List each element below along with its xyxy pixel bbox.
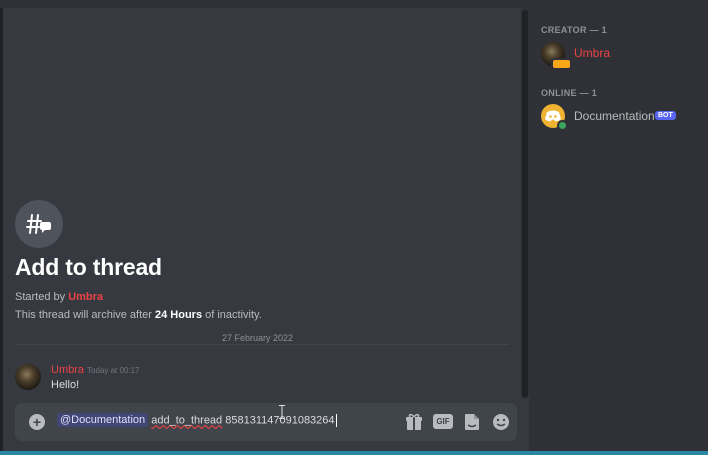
ibeam-cursor-icon xyxy=(279,405,285,419)
scrollbar-thumb[interactable] xyxy=(522,10,528,398)
thread-hash-icon xyxy=(26,214,51,234)
message-avatar[interactable] xyxy=(15,364,41,390)
text-caret xyxy=(335,414,337,427)
thread-title: Add to thread xyxy=(15,254,162,280)
online-section-header: ONLINE — 1 xyxy=(541,88,598,98)
message-timestamp: Today at 00:17 xyxy=(87,366,140,375)
thread-icon xyxy=(15,200,63,248)
message-text: Hello! xyxy=(51,379,80,391)
thread-creator-link[interactable]: Umbra xyxy=(68,291,103,303)
sticker-icon[interactable] xyxy=(462,413,482,431)
bot-member-name[interactable]: Documentation xyxy=(574,109,655,123)
gift-icon[interactable] xyxy=(404,413,424,431)
online-status-icon xyxy=(557,120,568,131)
gif-icon[interactable]: GIF xyxy=(433,414,453,429)
member-list: CREATOR — 1 Umbra ONLINE — 1 Documentati… xyxy=(529,8,708,455)
composer-mention: @Documentation xyxy=(57,413,149,428)
archive-prefix: This thread will archive after xyxy=(15,309,155,321)
message-composer[interactable]: + @Documentation add_to_thread 858131147… xyxy=(15,403,517,441)
date-divider xyxy=(15,344,509,345)
bot-tag: BOT xyxy=(655,111,676,120)
thread-started-by: Started by Umbra xyxy=(15,291,103,303)
mobile-status-icon xyxy=(551,58,572,70)
emoji-icon[interactable] xyxy=(491,413,511,431)
message-author[interactable]: Umbra xyxy=(51,364,84,376)
composer-input[interactable]: @Documentation add_to_thread 85813114709… xyxy=(57,413,337,428)
archive-duration: 24 Hours xyxy=(155,309,203,321)
add-circle-icon[interactable]: + xyxy=(29,414,45,430)
creator-member-name[interactable]: Umbra xyxy=(574,46,610,60)
date-divider-label: 27 February 2022 xyxy=(218,333,298,343)
archive-suffix: of inactivity. xyxy=(202,309,262,321)
creator-section-header: CREATOR — 1 xyxy=(541,25,607,35)
taskbar-edge xyxy=(0,451,708,455)
thread-view: Add to thread Started by Umbra This thre… xyxy=(3,8,529,455)
started-by-prefix: Started by xyxy=(15,291,69,303)
composer-command: add_to_thread xyxy=(151,414,223,427)
archive-notice: This thread will archive after 24 Hours … xyxy=(15,309,262,321)
